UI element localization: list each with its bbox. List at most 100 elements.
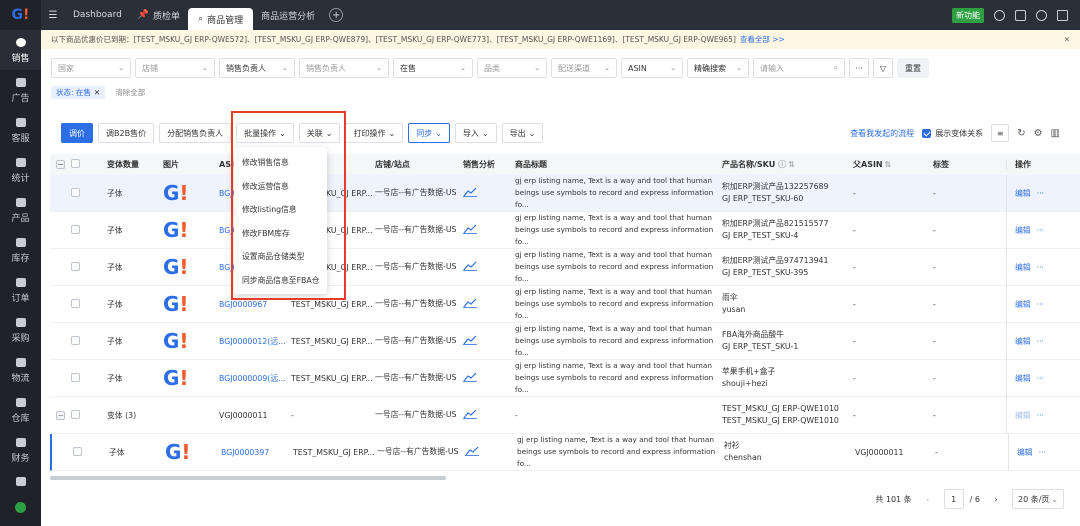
asin-select[interactable]: ASIN ⌄ (621, 58, 683, 78)
clear-all-link[interactable]: 清除全部 (115, 87, 145, 98)
product-image[interactable]: G! (163, 181, 189, 205)
bell-icon[interactable] (1036, 9, 1047, 21)
sidebar-item-5[interactable]: 库存 (0, 230, 41, 270)
channel-select[interactable]: 配送渠道 ⌄ (551, 58, 617, 78)
edit-link[interactable]: 编辑 (1017, 447, 1033, 458)
view-all-link[interactable]: 查看全部 >> (740, 34, 785, 45)
table-row[interactable]: 子体 G! BGJ0000012(远... TEST_MSKU_GJ ERP... 一号… (50, 322, 1080, 360)
close-icon[interactable]: ✕ (94, 88, 100, 97)
sales-owner-select[interactable]: 销售负责人 ⌄ (299, 58, 389, 78)
menu-icon[interactable]: ☰ (41, 10, 65, 21)
close-icon[interactable]: ✕ (1064, 35, 1070, 44)
show-variant-toggle[interactable]: 展示变体关系 (922, 128, 983, 139)
product-image[interactable]: G! (163, 292, 189, 316)
refresh-icon[interactable]: ↻ (1017, 128, 1025, 139)
more-icon[interactable]: ··· (1037, 226, 1044, 235)
table-row[interactable]: 子体 G! BGJ0000397 TEST_MSKU_GJ ERP... 一号店--有广… (50, 433, 1080, 471)
help-icon[interactable] (994, 9, 1005, 21)
list-view-icon[interactable]: ≡ (991, 124, 1010, 142)
more-icon[interactable]: ··· (1037, 337, 1044, 346)
tab-product-management[interactable]: ⌕ 商品管理 (188, 8, 254, 30)
asin-link[interactable]: VGJ0000011 (216, 411, 288, 420)
product-image[interactable]: G! (163, 329, 189, 353)
settings-icon[interactable]: ⚙ (1034, 128, 1043, 139)
sidebar-item-0[interactable]: 销售 (0, 30, 41, 70)
more-icon[interactable]: ··· (1037, 300, 1044, 309)
import-button[interactable]: 导入 ⌄ (454, 123, 497, 143)
trend-chart-icon[interactable] (463, 409, 477, 421)
row-checkbox[interactable] (73, 446, 82, 456)
product-image[interactable]: G! (163, 366, 189, 390)
more-icon[interactable]: ··· (1037, 411, 1044, 420)
edit-link[interactable]: 编辑 (1015, 373, 1031, 384)
page-input[interactable]: 1 (943, 489, 964, 509)
calendar-icon[interactable] (1015, 9, 1026, 21)
asin-link[interactable]: BGJ0000012(远... (216, 336, 288, 347)
more-icon[interactable]: ··· (1037, 189, 1044, 198)
collapse-all-icon[interactable]: − (56, 160, 65, 169)
trend-chart-icon[interactable] (463, 372, 477, 384)
trend-chart-icon[interactable] (463, 224, 477, 236)
sidebar-item-3[interactable]: 统计 (0, 150, 41, 190)
more-icon[interactable]: ··· (1037, 263, 1044, 272)
page-size-select[interactable]: 20 条/页 ⌄ (1012, 489, 1064, 509)
more-options-button[interactable]: ··· (849, 58, 869, 78)
sidebar-item-7[interactable]: 采购 (0, 310, 41, 350)
sidebar-item-2[interactable]: 客服 (0, 110, 41, 150)
next-page-icon[interactable]: › (986, 489, 1006, 509)
table-row[interactable]: 子体 G! BGJ0 TEST_MSKU_GJ ERP... 一号店--有广告数据-US… (50, 211, 1080, 249)
add-tab-icon[interactable]: + (329, 8, 344, 22)
print-button[interactable]: 打印操作 ⌄ (345, 123, 404, 143)
prev-page-icon[interactable]: ‹ (918, 489, 938, 509)
country-select[interactable]: 国家 ⌄ (51, 58, 131, 78)
sidebar-item-9[interactable]: 仓库 (0, 390, 41, 430)
columns-icon[interactable]: ▥ (1051, 128, 1060, 139)
more-icon[interactable]: ··· (1037, 374, 1044, 383)
row-checkbox[interactable] (71, 224, 80, 234)
asin-link[interactable]: BGJ0000967 (216, 300, 288, 309)
expand-icon[interactable] (1057, 9, 1068, 21)
row-checkbox[interactable] (71, 187, 80, 197)
batch-menu-item-5[interactable]: 同步商品信息至FBA仓 (234, 269, 327, 293)
reset-button[interactable]: 重置 (897, 58, 929, 78)
table-row[interactable]: 子体 G! BGJ0 TEST_MSKU_GJ ERP... 一号店--有广告数据-US… (50, 248, 1080, 286)
edit-link[interactable]: 编辑 (1015, 336, 1031, 347)
row-checkbox[interactable] (71, 372, 80, 382)
assign-owner-button[interactable]: 分配销售负责人 (159, 123, 232, 143)
new-feature-badge[interactable]: 新功能 (952, 7, 984, 23)
row-checkbox[interactable] (71, 261, 80, 271)
row-checkbox[interactable] (71, 298, 80, 308)
tab-dashboard[interactable]: Dashboard (65, 0, 130, 30)
trend-chart-icon[interactable] (463, 187, 477, 199)
batch-menu-item-4[interactable]: 设置商品仓储类型 (234, 245, 327, 269)
trend-chart-icon[interactable] (463, 298, 477, 310)
trend-chart-icon[interactable] (463, 335, 477, 347)
app-logo[interactable]: G! (0, 0, 41, 30)
edit-link[interactable]: 编辑 (1015, 262, 1031, 273)
edit-link[interactable]: 编辑 (1015, 225, 1031, 236)
trend-chart-icon[interactable] (465, 446, 479, 458)
product-image[interactable]: G! (165, 440, 191, 464)
batch-menu-item-0[interactable]: 修改销售信息 (234, 151, 327, 175)
trend-chart-icon[interactable] (463, 261, 477, 273)
edit-link[interactable]: 编辑 (1015, 188, 1031, 199)
batch-operation-button[interactable]: 批量操作 ⌄ (236, 123, 294, 143)
tab-quality-check[interactable]: 📌 质检单 (130, 0, 188, 30)
more-icon[interactable]: ··· (1039, 448, 1046, 457)
asin-link[interactable]: BGJ0000397 (218, 448, 290, 457)
sidebar-item-extra[interactable] (0, 470, 41, 496)
status-chip[interactable]: 状态: 在售 ✕ (51, 85, 106, 99)
sidebar-item-8[interactable]: 物流 (0, 350, 41, 390)
table-row[interactable]: 子体 G! BGJ0 TEST_MSKU_GJ ERP... 一号店--有广告数据-US… (50, 174, 1080, 212)
sidebar-item-4[interactable]: 产品 (0, 190, 41, 230)
sidebar-item-avatar[interactable] (0, 496, 41, 522)
table-row[interactable]: 子体 G! BGJ0000009(远... TEST_MSKU_GJ ERP... 一号… (50, 359, 1080, 397)
sort-icon[interactable]: ⇅ (885, 160, 892, 169)
edit-link[interactable]: 编辑 (1015, 410, 1031, 421)
match-type-select[interactable]: 精确搜索 ⌄ (687, 58, 749, 78)
batch-menu-item-3[interactable]: 修改FBM库存 (234, 222, 327, 246)
table-row[interactable]: − 变体 (3) VGJ0000011- 一号店--有广告数据-US - TEST_MSK… (50, 396, 1080, 434)
export-button[interactable]: 导出 ⌄ (501, 123, 544, 143)
row-checkbox[interactable] (71, 409, 80, 419)
sidebar-item-6[interactable]: 订单 (0, 270, 41, 310)
